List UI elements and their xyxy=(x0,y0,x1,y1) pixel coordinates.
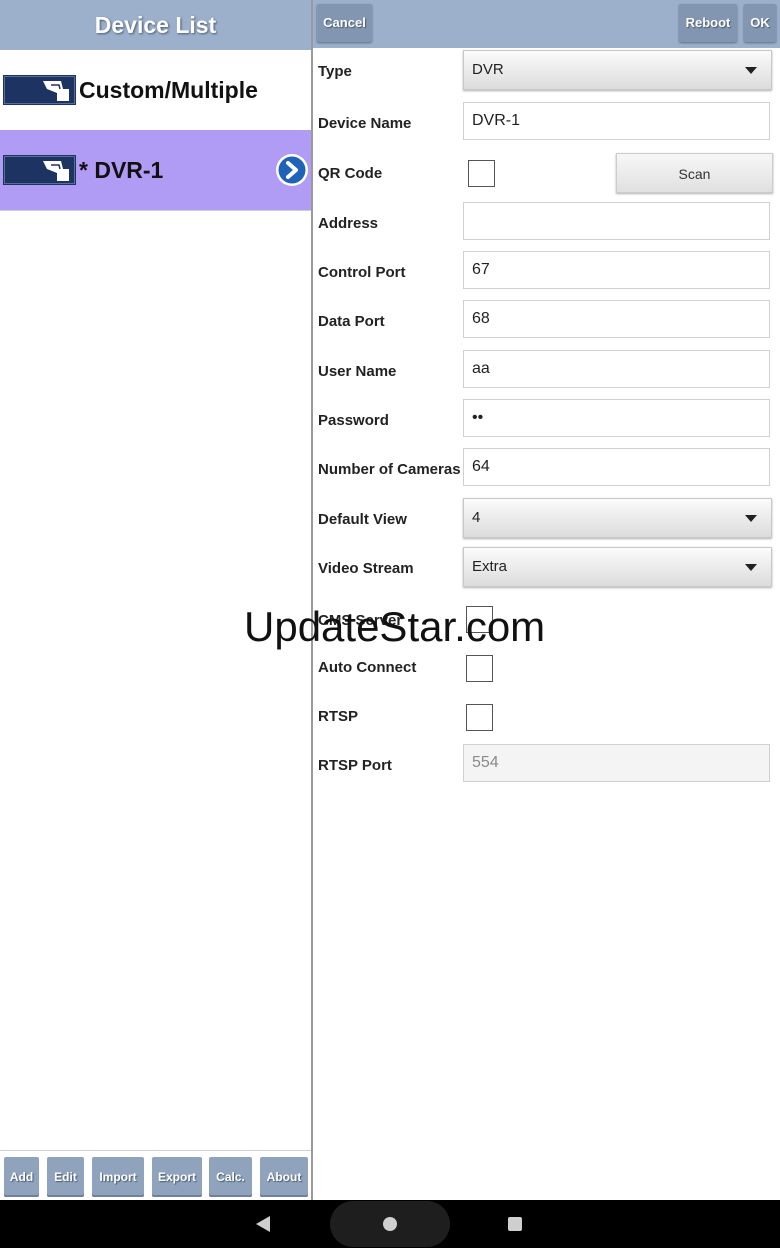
password-input[interactable]: •• xyxy=(463,399,770,437)
device-name-label: Device Name xyxy=(318,115,412,132)
device-edit-header: Cancel Reboot OK xyxy=(313,0,780,48)
rtsp-checkbox[interactable] xyxy=(466,704,493,731)
dropdown-arrow-icon xyxy=(745,67,757,74)
address-label: Address xyxy=(318,215,379,232)
device-name-input[interactable]: DVR-1 xyxy=(463,102,770,140)
type-select[interactable]: DVR xyxy=(463,50,772,90)
type-label: Type xyxy=(318,63,352,80)
dropdown-arrow-icon xyxy=(745,515,757,522)
chevron-right-icon[interactable] xyxy=(275,153,309,187)
cancel-button[interactable]: Cancel xyxy=(317,4,372,42)
address-input[interactable] xyxy=(463,202,770,240)
scan-button[interactable]: Scan xyxy=(616,153,773,193)
device-item-label: * DVR-1 xyxy=(79,157,164,183)
qr-code-checkbox[interactable] xyxy=(468,160,495,187)
device-list-panel: Device List Custom/Multiple * DVR-1 Add … xyxy=(0,0,313,1201)
user-name-input[interactable]: aa xyxy=(463,350,770,388)
default-view-value: 4 xyxy=(472,509,481,526)
edit-button[interactable]: Edit xyxy=(47,1157,84,1197)
device-list-header: Device List xyxy=(0,0,311,50)
rtsp-label: RTSP xyxy=(318,708,359,725)
user-name-label: User Name xyxy=(318,363,397,380)
default-view-label: Default View xyxy=(318,511,407,528)
nav-home-icon[interactable] xyxy=(383,1217,397,1231)
auto-connect-checkbox[interactable] xyxy=(466,655,493,682)
device-list-toolbar: Add Edit Import Export Calc. About xyxy=(0,1150,311,1201)
nav-back-icon[interactable] xyxy=(256,1216,270,1232)
control-port-label: Control Port xyxy=(318,264,406,281)
device-item-label: Custom/Multiple xyxy=(79,77,258,103)
rtsp-port-label: RTSP Port xyxy=(318,757,392,774)
device-list-title: Device List xyxy=(94,12,217,38)
data-port-label: Data Port xyxy=(318,313,385,330)
type-select-value: DVR xyxy=(472,61,504,78)
calc-button[interactable]: Calc. xyxy=(209,1157,252,1197)
dropdown-arrow-icon xyxy=(745,564,757,571)
number-of-cameras-input[interactable]: 64 xyxy=(463,448,770,486)
export-button[interactable]: Export xyxy=(152,1157,202,1197)
default-view-select[interactable]: 4 xyxy=(463,498,772,538)
number-of-cameras-label: Number of Cameras xyxy=(318,461,461,478)
about-button[interactable]: About xyxy=(260,1157,308,1197)
rtsp-port-input[interactable]: 554 xyxy=(463,744,770,782)
import-button[interactable]: Import xyxy=(92,1157,144,1197)
watermark: UpdateStar.com xyxy=(244,603,546,650)
nav-recents-icon[interactable] xyxy=(508,1217,522,1231)
video-stream-label: Video Stream xyxy=(318,560,414,577)
control-port-input[interactable]: 67 xyxy=(463,251,770,289)
video-stream-select[interactable]: Extra xyxy=(463,547,772,587)
video-stream-value: Extra xyxy=(472,558,508,575)
password-label: Password xyxy=(318,412,389,429)
device-icon xyxy=(3,155,76,185)
add-button[interactable]: Add xyxy=(4,1157,39,1197)
reboot-button[interactable]: Reboot xyxy=(679,4,737,42)
qr-code-label: QR Code xyxy=(318,165,383,182)
device-item-custom-multiple[interactable]: Custom/Multiple xyxy=(0,50,311,131)
device-item-dvr-1[interactable]: * DVR-1 xyxy=(0,130,311,211)
data-port-input[interactable]: 68 xyxy=(463,300,770,338)
device-icon xyxy=(3,75,76,105)
auto-connect-label: Auto Connect xyxy=(318,659,417,676)
ok-button[interactable]: OK xyxy=(744,4,776,42)
